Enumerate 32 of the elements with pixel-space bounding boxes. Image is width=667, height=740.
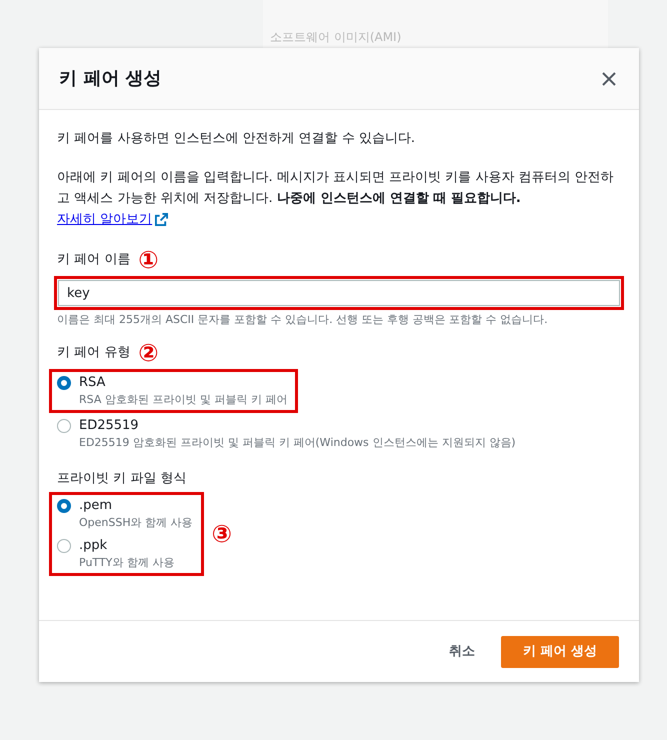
- field-label: 프라이빗 키 파일 형식: [57, 470, 188, 488]
- radio-button[interactable]: [57, 418, 71, 432]
- field-hint: 이름은 최대 255개의 ASCII 문자를 포함할 수 있습니다. 선행 또는 후행 공백은 포함할 수 없습니다.: [57, 312, 549, 328]
- option-description: ED25519 암호화된 프라이빗 및 퍼블릭 키 페어(Windows 인스턴스에는 지원되지 않음): [79, 434, 516, 450]
- annotation-number: ①: [138, 248, 159, 272]
- option-description: RSA 암호화된 프라이빗 및 퍼블릭 키 페어: [79, 392, 288, 408]
- close-icon: [601, 70, 617, 86]
- field-label: 키 페어 이름: [57, 251, 130, 270]
- field-label: 키 페어 유형: [57, 344, 130, 362]
- option-label: RSA: [79, 374, 106, 392]
- intro-text: 키 페어를 사용하면 인스턴스에 안전하게 연결할 수 있습니다.: [57, 130, 416, 148]
- radio-option[interactable]: .pem OpenSSH와 함께 사용: [57, 497, 193, 531]
- radio-button[interactable]: [57, 539, 71, 553]
- background-label: 소프트웨어 이미지(AMI): [270, 29, 402, 46]
- learn-more-link[interactable]: 자세히 알아보기: [57, 209, 168, 230]
- radio-button[interactable]: [57, 376, 71, 390]
- radio-option[interactable]: RSA RSA 암호화된 프라이빗 및 퍼블릭 키 페어: [57, 374, 288, 408]
- option-label: ED25519: [79, 416, 140, 434]
- description-text: 아래에 키 페어의 이름을 입력합니다. 메시지가 표시되면 프라이빗 키를 사용자 컴퓨터의 안전하고 액세스 가능한 위치에 저장합니다. 나중에 인스턴스에 연결할 때 필요합니다. 자세히 알아보기: [57, 167, 621, 230]
- external-link-icon: [155, 213, 168, 226]
- option-label: .pem: [79, 497, 114, 515]
- option-description: OpenSSH와 함께 사용: [79, 515, 193, 531]
- radio-option[interactable]: .ppk PuTTY와 함께 사용: [57, 537, 193, 571]
- option-description: PuTTY와 함께 사용: [79, 555, 174, 571]
- radio-option[interactable]: ED25519 ED25519 암호화된 프라이빗 및 퍼블릭 키 페어(Windows 인스턴스에는 지원되지 않음): [57, 416, 621, 450]
- dialog-title: 키 페어 생성: [59, 67, 162, 91]
- key-name-input[interactable]: key: [58, 280, 620, 306]
- option-label: .ppk: [79, 537, 108, 555]
- radio-button[interactable]: [57, 499, 71, 513]
- cancel-button[interactable]: 취소: [448, 636, 475, 668]
- annotation-number: ②: [138, 340, 159, 364]
- annotation-number: ③: [212, 522, 232, 546]
